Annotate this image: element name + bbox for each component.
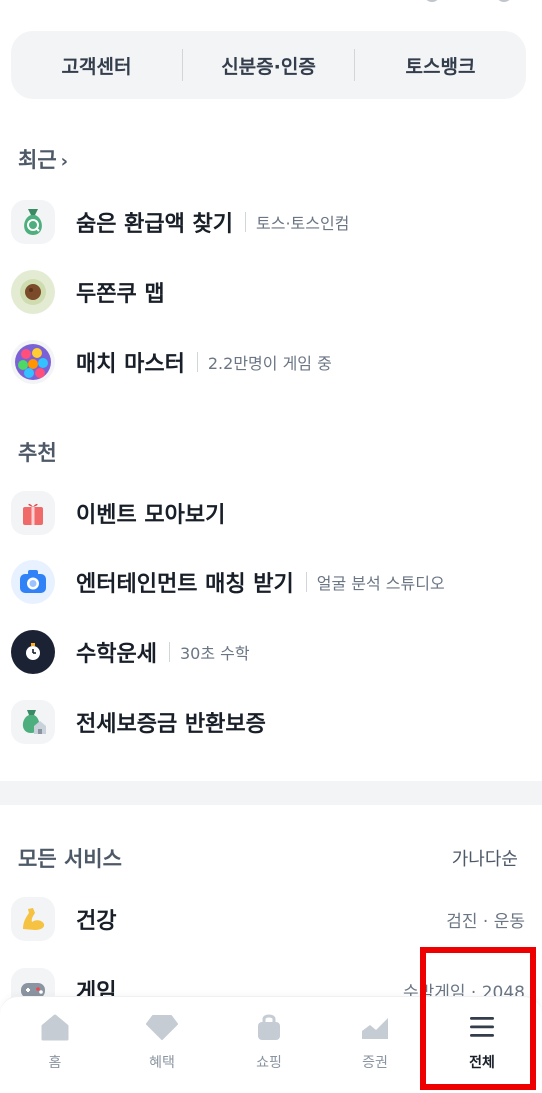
tab-home[interactable]: 홈 [2,997,108,1093]
item-subtitle: 얼굴 분석 스튜디오 [316,574,445,593]
item-title: 두쫀쿠 맵 [76,282,165,307]
cookie-icon [11,270,55,314]
section-divider [0,781,542,805]
quick-link-id-verification[interactable]: 신분증·인증 [183,52,354,79]
top-bar [0,0,542,24]
chevron-right-icon: › [60,151,69,172]
tab-stocks[interactable]: 증권 [322,997,428,1093]
settings-icon[interactable] [496,0,512,2]
separator [196,352,198,372]
separator [245,212,246,232]
list-item[interactable]: 수학운세 30초 수학 [0,626,542,678]
tab-label: 혜택 [149,1055,175,1071]
item-title: 엔터테인먼트 매칭 받기 [76,572,294,597]
item-title: 수학운세 [76,642,157,667]
search-icon[interactable] [424,0,440,2]
service-tags: 검진 · 운동 [446,911,525,932]
all-services-title: 모든 서비스 [18,847,122,871]
item-title: 전세보증금 반환보증 [76,712,266,737]
item-subtitle: 2.2만명이 게임 중 [207,354,332,373]
list-item[interactable]: 엔터테인먼트 매칭 받기 얼굴 분석 스튜디오 [0,556,542,608]
item-title: 숨은 환급액 찾기 [76,212,233,237]
separator [168,642,170,662]
item-subtitle: 토스·토스인컴 [256,214,350,233]
quick-link-customer-center[interactable]: 고객센터 [11,52,182,79]
sort-button[interactable]: 가나다순 [452,845,518,871]
diamond-icon [145,1012,179,1042]
house-money-bag-icon [11,700,55,744]
tab-label: 쇼핑 [256,1055,282,1071]
quick-link-toss-bank[interactable]: 토스뱅크 [355,52,526,79]
shopping-bag-icon [252,1012,286,1042]
tab-shopping[interactable]: 쇼핑 [216,997,322,1093]
money-bag-search-icon [11,200,55,244]
gift-icon [11,491,55,535]
separator [305,572,307,592]
candy-balls-icon [11,340,55,384]
item-subtitle: 30초 수학 [179,644,250,663]
tab-benefits[interactable]: 혜택 [109,997,215,1093]
list-item[interactable]: 매치 마스터 2.2만명이 게임 중 [0,336,542,388]
bottom-tab-bar: 홈 혜택 쇼핑 증권 전체 [0,996,542,1093]
tab-label: 증권 [362,1055,388,1071]
list-item[interactable]: 전세보증금 반환보증 [0,696,542,748]
list-item[interactable]: 숨은 환급액 찾기 토스·토스인컴 [0,196,542,248]
item-title: 건강 [76,909,117,934]
tab-all[interactable]: 전체 [429,997,535,1093]
quick-links-bar: 고객센터 신분증·인증 토스뱅크 [11,31,526,99]
tab-label: 홈 [48,1055,62,1071]
stock-chart-icon [358,1012,392,1042]
item-title: 매치 마스터 [76,352,185,377]
list-item[interactable]: 이벤트 모아보기 [0,487,542,539]
list-item[interactable]: 두쫀쿠 맵 [0,266,542,318]
camera-icon [11,560,55,604]
tab-label: 전체 [469,1055,495,1071]
service-row-health[interactable]: 건강 검진 · 운동 [0,893,542,945]
crystal-clock-icon [11,630,55,674]
item-title: 이벤트 모아보기 [76,503,226,528]
flexed-arm-icon [11,897,55,941]
recommend-section-title: 추천 [18,441,57,465]
menu-icon [465,1012,499,1042]
recent-section-title[interactable]: 최근 › [18,144,68,174]
recent-title-label: 최근 [18,148,57,172]
home-icon [38,1012,72,1042]
